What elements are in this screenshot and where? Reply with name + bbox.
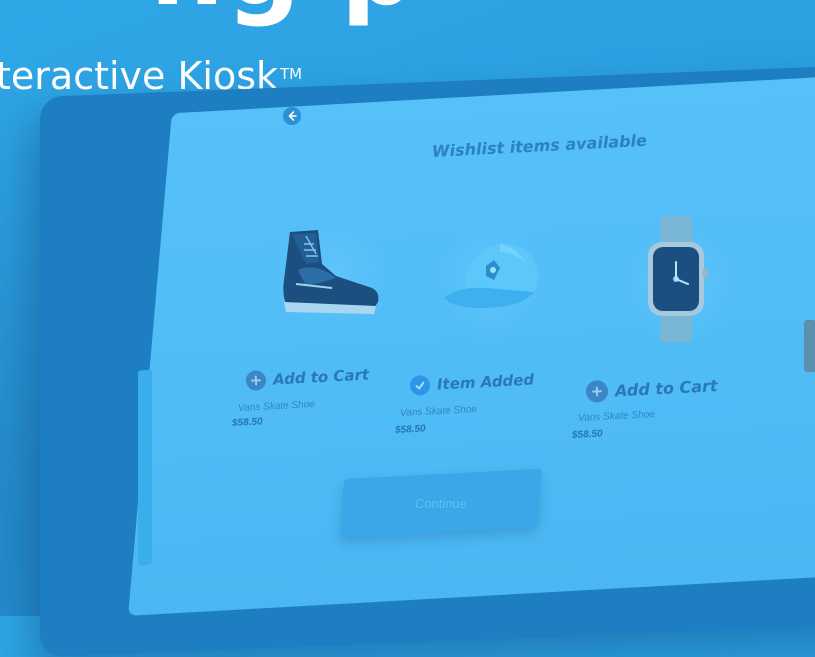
device-side-button xyxy=(804,320,815,372)
sneaker-image[interactable] xyxy=(276,224,386,324)
add-to-cart-label: Add to Cart xyxy=(614,375,718,400)
device-edge xyxy=(138,369,152,566)
add-to-cart-label: Add to Cart xyxy=(272,365,370,389)
headline: ng p xyxy=(150,0,670,28)
plus-icon xyxy=(585,379,609,403)
check-icon xyxy=(409,374,431,396)
item-added-label: Item Added xyxy=(436,370,535,394)
trademark-symbol: TM xyxy=(280,65,303,83)
product-price: $58.50 xyxy=(571,428,603,441)
plus-icon xyxy=(245,369,267,391)
product-price: $58.50 xyxy=(394,423,426,436)
continue-label: Continue xyxy=(414,495,468,511)
product-price: $58.50 xyxy=(231,416,263,429)
cap-image[interactable] xyxy=(438,228,548,328)
smartwatch-image[interactable] xyxy=(636,214,716,344)
arrow-left-icon xyxy=(288,111,297,121)
back-button[interactable] xyxy=(283,107,301,125)
continue-button[interactable]: Continue xyxy=(339,468,543,538)
